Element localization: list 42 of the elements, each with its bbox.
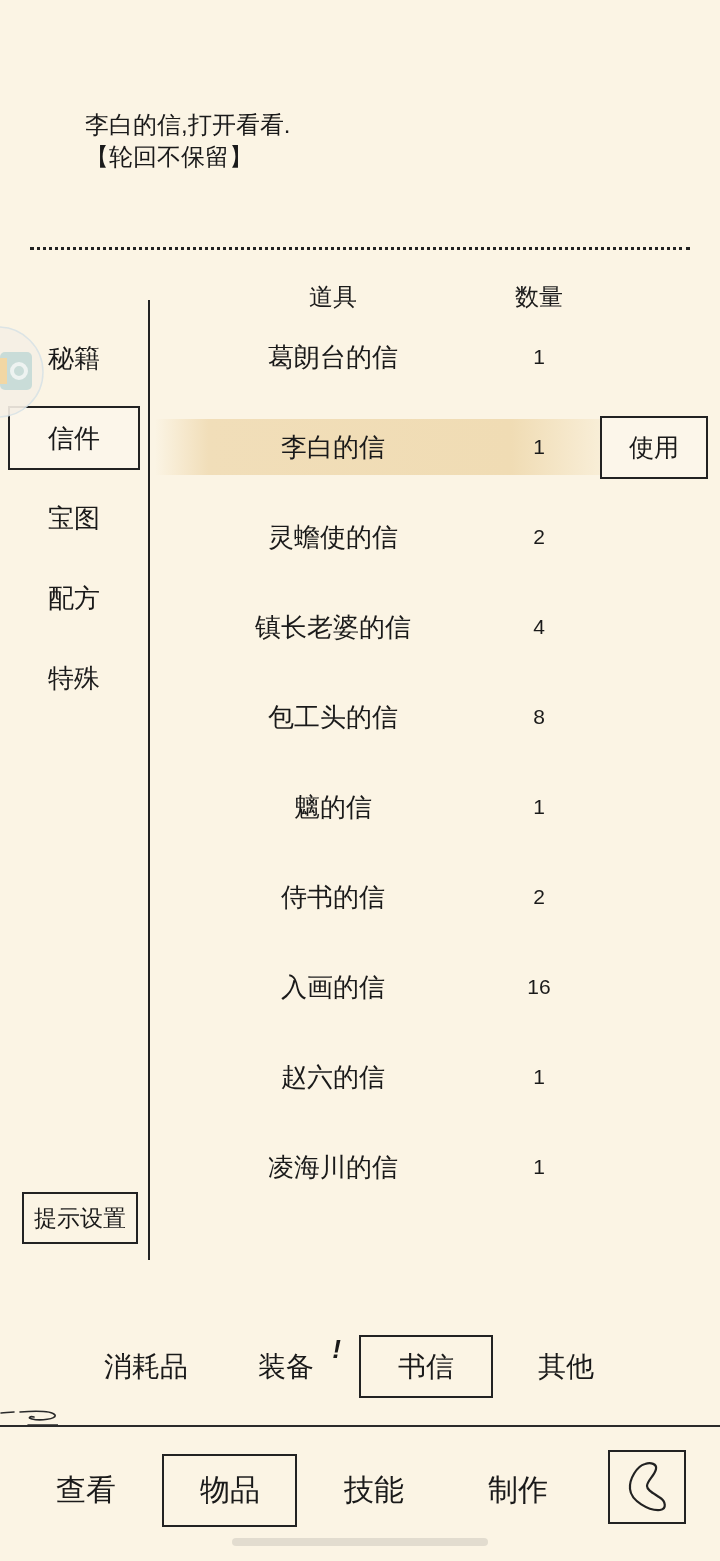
item-count: 2 [533,884,545,910]
column-header: 道具 [309,282,357,312]
use-button[interactable]: 使用 [600,415,708,479]
item-count: 1 [533,1064,545,1090]
description-text: 李白的信,打开看看. [85,110,291,140]
item-name: 镇长老婆的信 [255,612,411,642]
item-count: 1 [533,794,545,820]
sub-tab[interactable]: 书信 [359,1335,493,1398]
description-text: 【轮回不保留】 [85,142,253,172]
nav-tab[interactable]: 制作 [487,1473,548,1507]
category-tab[interactable]: 信件 [8,406,140,470]
item-name: 葛朗台的信 [268,342,398,372]
item-count: 8 [533,704,545,730]
item-count: 4 [533,614,545,640]
sub-tab[interactable]: 装备 [258,1350,314,1383]
item-count: 16 [527,974,551,1000]
sub-tab[interactable]: 其他 [538,1350,594,1383]
item-count: 2 [533,524,545,550]
back-button[interactable] [608,1450,686,1524]
item-name: 凌海川的信 [268,1152,398,1182]
category-tab[interactable]: 配方 [48,583,100,613]
item-name: 魑的信 [294,792,372,822]
category-tab[interactable]: 宝图 [48,503,100,533]
item-name: 赵六的信 [281,1062,385,1092]
item-name: 入画的信 [281,972,385,1002]
item-count: 1 [533,1154,545,1180]
nav-tab[interactable]: 技能 [343,1473,404,1507]
chevron-icon [627,1461,667,1513]
hint-settings-button[interactable]: 提示设置 [22,1192,138,1244]
nav-tab[interactable]: 查看 [55,1473,116,1507]
category-tab[interactable]: 特殊 [48,663,100,693]
item-name: 李白的信 [281,432,385,462]
item-name: 包工头的信 [268,702,398,732]
category-tab[interactable]: 秘籍 [48,343,100,373]
item-name: 侍书的信 [281,882,385,912]
alert-mark: ! [332,1335,341,1363]
item-name: 灵蟾使的信 [268,522,398,552]
column-header: 数量 [515,282,563,312]
item-count: 1 [533,434,545,460]
item-count: 1 [533,344,545,370]
sub-tab[interactable]: 消耗品 [104,1350,188,1383]
nav-tab[interactable]: 物品 [162,1453,297,1527]
